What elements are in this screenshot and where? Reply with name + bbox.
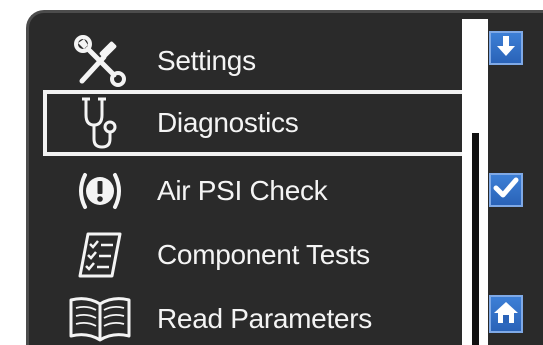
device-frame: Settings Diagnostics Air PSI Check Compo… (0, 0, 543, 345)
confirm-button[interactable] (489, 173, 523, 207)
menu-item-label: Diagnostics (157, 107, 299, 138)
menu-item-settings[interactable]: Settings (43, 33, 467, 89)
menu-item-read-parameters[interactable]: Read Parameters (43, 291, 467, 345)
side-button-panel (488, 13, 543, 345)
home-button[interactable] (489, 295, 523, 333)
scrollbar-thumb[interactable] (472, 133, 479, 345)
menu-item-label: Component Tests (157, 239, 370, 270)
menu-item-air-psi-check[interactable]: Air PSI Check (43, 163, 467, 219)
scroll-down-button[interactable] (489, 31, 523, 65)
menu-item-label: Air PSI Check (157, 175, 328, 206)
alert-circle-icon (65, 163, 135, 219)
menu-item-label: Settings (157, 45, 256, 76)
menu-item-diagnostics[interactable]: Diagnostics (43, 90, 467, 156)
stethoscope-icon (65, 95, 135, 151)
scrollbar[interactable] (462, 19, 488, 345)
menu-item-label: Read Parameters (157, 303, 372, 334)
display-screen: Settings Diagnostics Air PSI Check Compo… (26, 10, 543, 345)
open-book-icon (65, 291, 135, 345)
main-menu: Settings Diagnostics Air PSI Check Compo… (29, 13, 469, 345)
arrow-down-icon (495, 34, 517, 63)
wrench-screwdriver-icon (65, 33, 135, 89)
checklist-icon (65, 227, 135, 283)
home-icon (493, 300, 519, 329)
checkmark-icon (493, 177, 519, 204)
menu-item-component-tests[interactable]: Component Tests (43, 227, 467, 283)
